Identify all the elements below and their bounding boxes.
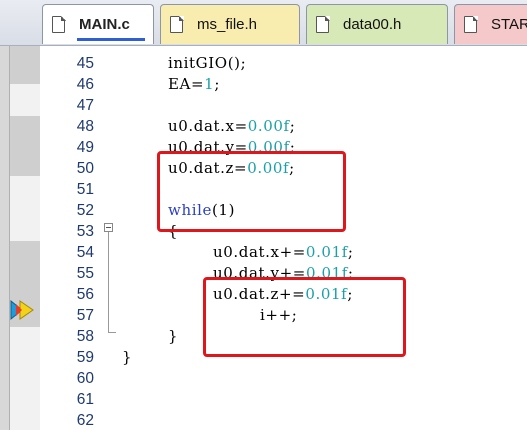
active-tab-indicator [77,38,145,41]
highlight-box-init [157,151,346,232]
tab-label: STAR [491,16,527,33]
line-number: 53 [76,223,94,240]
line-number: 52 [76,202,94,219]
tab-star[interactable]: STAR [454,4,527,44]
ide-window: MAIN.c ms_file.h data00.h STAR 45 46 47 … [0,0,527,430]
line-number: 45 [76,55,94,72]
code-line: u0.dat.x+=0.01f; [213,243,354,261]
document-icon [170,15,184,33]
line-number: 46 [76,76,94,93]
tab-label: data00.h [343,16,402,33]
line-number: 62 [76,412,94,429]
code-line: EA=1; [168,75,220,93]
line-number: 50 [76,160,94,177]
line-number: 56 [76,286,94,303]
line-number: 61 [76,391,94,408]
document-icon [464,15,478,33]
document-icon [316,15,330,33]
tab-ms-file-h[interactable]: ms_file.h [160,4,300,44]
editor-margin [0,46,10,430]
file-tab-bar: MAIN.c ms_file.h data00.h STAR [0,0,527,46]
fold-guide [108,232,109,332]
code-line: u0.dat.x=0.00f; [168,117,296,135]
code-editor[interactable]: 45 46 47 48 49 50 51 52 53 54 55 56 57 5… [0,46,527,430]
execution-arrow-icon [10,299,34,321]
line-number-column: 45 46 47 48 49 50 51 52 53 54 55 56 57 5… [48,53,94,430]
line-number: 48 [76,118,94,135]
breakpoint-gutter[interactable] [10,46,40,430]
collapse-icon[interactable] [104,223,113,232]
line-number: 51 [76,181,94,198]
highlight-box-loop [203,277,406,357]
line-number: 58 [76,328,94,345]
code-line: initGIO(); [168,54,247,72]
line-number: 47 [76,97,94,114]
tab-main-c[interactable]: MAIN.c [42,4,154,44]
code-text[interactable]: initGIO(); EA=1; u0.dat.x=0.00f; u0.dat.… [120,53,520,430]
fold-guide-end [108,332,116,333]
line-number: 59 [76,349,94,366]
tab-data00-h[interactable]: data00.h [306,4,448,44]
tab-label: MAIN.c [79,16,130,33]
tab-label: ms_file.h [197,16,258,33]
line-number: 49 [76,139,94,156]
line-number: 60 [76,370,94,387]
line-number: 57 [76,307,94,324]
code-coverage-marker [10,116,40,176]
document-icon [52,15,66,33]
fold-gutter [100,46,116,430]
code-coverage-marker [10,46,40,84]
line-number: 55 [76,265,94,282]
line-number: 54 [76,244,94,261]
